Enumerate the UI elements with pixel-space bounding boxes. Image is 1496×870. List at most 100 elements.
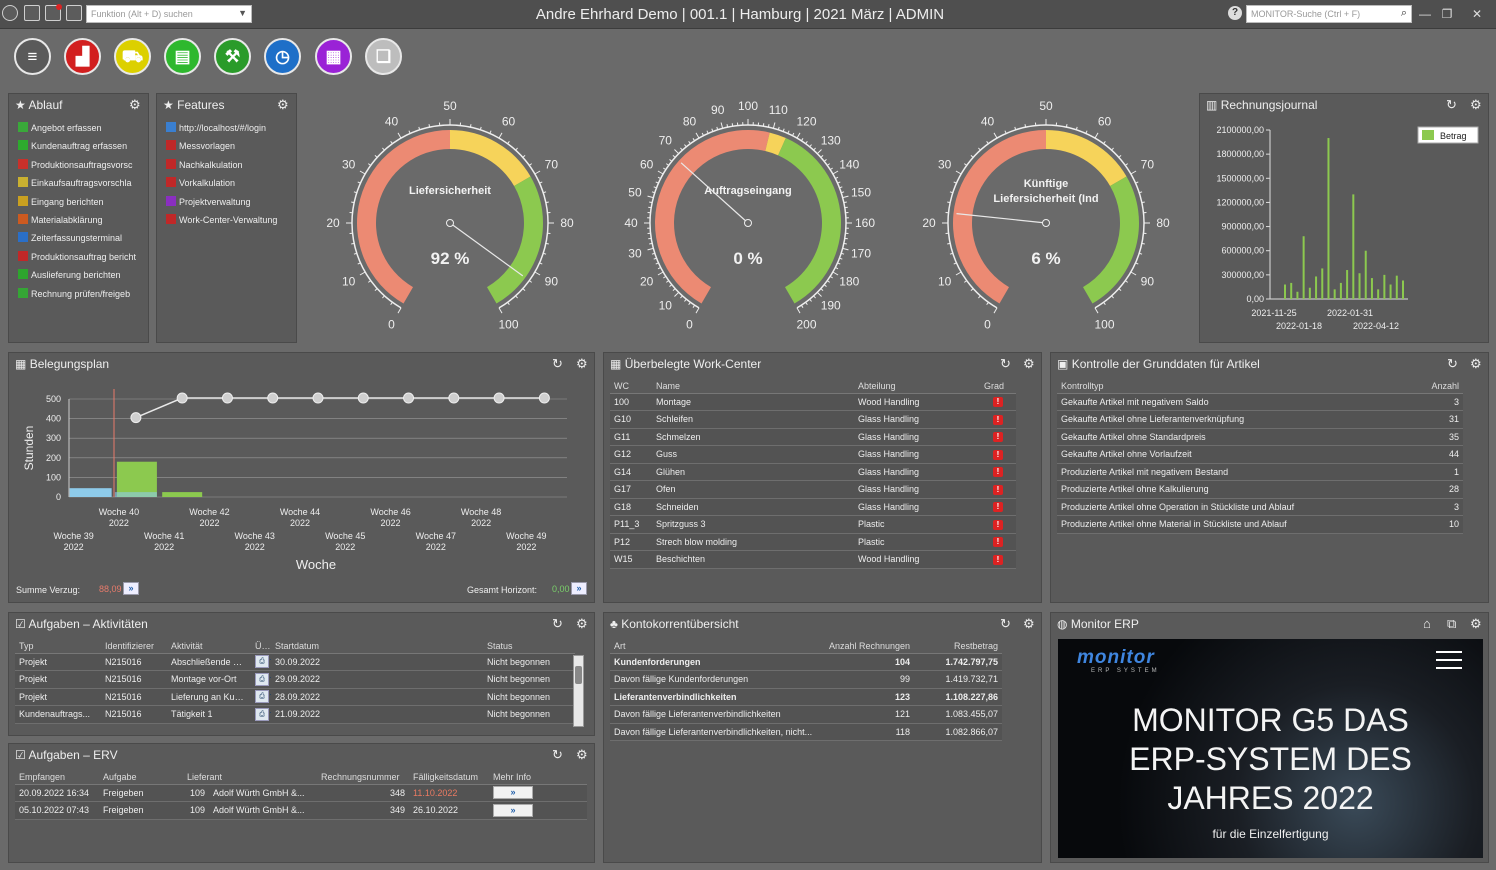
close-button[interactable]: ✕	[1468, 6, 1486, 22]
calculator-icon[interactable]: ▦	[315, 38, 352, 75]
maximize-button[interactable]: ❐	[1438, 6, 1456, 22]
table-row[interactable]: Gekaufte Artikel ohne Lieferantenverknüp…	[1057, 410, 1463, 429]
table-row[interactable]: Gekaufte Artikel ohne Standardpreis 35	[1057, 428, 1463, 446]
gear-icon[interactable]: ⚙	[1470, 97, 1482, 113]
table-row[interactable]: Davon fällige Lieferantenverbindlichkeit…	[610, 705, 1002, 724]
column-header[interactable]: Aktivität	[167, 639, 251, 654]
gear-icon[interactable]: ⚙	[576, 616, 588, 632]
column-header[interactable]: Abteilung	[854, 379, 980, 394]
table-row[interactable]: Produzierte Artikel ohne Kalkulierung 28	[1057, 480, 1463, 499]
column-header[interactable]: Lieferant	[183, 770, 317, 785]
popout-icon[interactable]	[66, 5, 82, 21]
table-row[interactable]: G11 Schmelzen Glass Handling!	[610, 428, 1016, 446]
monitor-web-view[interactable]: monitor ERP SYSTEM MONITOR G5 DAS ERP-SY…	[1058, 639, 1483, 858]
table-row[interactable]: Gekaufte Artikel mit negativem Saldo 3	[1057, 393, 1463, 411]
list-item[interactable]: Rechnung prüfen/freigeb	[18, 287, 146, 299]
column-header[interactable]: Aufgabe	[99, 770, 183, 785]
table-row[interactable]: G14 Glühen Glass Handling!	[610, 463, 1016, 481]
table-row[interactable]: P12 Strech blow molding Plastic!	[610, 533, 1016, 551]
refresh-icon[interactable]: ↻	[1446, 97, 1457, 113]
column-header[interactable]: Restbetrag	[914, 639, 1002, 654]
scrollbar-thumb[interactable]	[575, 666, 582, 684]
list-item[interactable]: Messvorlagen	[166, 140, 294, 151]
factory-icon[interactable]: ▟	[64, 38, 101, 75]
list-item[interactable]: Einkaufsauftragsvorschla	[18, 177, 146, 188]
external-link-icon[interactable]: ⧉	[1447, 616, 1456, 632]
refresh-icon[interactable]: ↻	[1447, 356, 1458, 372]
document-alert-icon[interactable]	[45, 4, 62, 21]
list-item[interactable]: Angebot erfassen	[18, 122, 146, 133]
table-row[interactable]: Lieferantenverbindlichkeiten 123 1.108.227…	[610, 688, 1002, 706]
refresh-icon[interactable]: ↻	[1000, 616, 1011, 632]
gesamt-horizont-details-button[interactable]: »	[571, 582, 587, 595]
table-row[interactable]: Produzierte Artikel ohne Operation in St…	[1057, 498, 1463, 516]
list-item[interactable]: Eingang berichten	[18, 195, 146, 207]
copy-documents-icon[interactable]: ❏	[365, 38, 402, 75]
table-row[interactable]: Projekt N215016 Montage vor-Ort ⎙ 29.09.2022…	[15, 670, 575, 689]
open-document-icon[interactable]: ⎙	[255, 672, 269, 686]
vertical-scrollbar[interactable]	[573, 655, 584, 727]
table-row[interactable]: W15 Beschichten Wood Handling!	[610, 550, 1016, 569]
column-header[interactable]: Kontrolltyp	[1057, 379, 1420, 394]
gear-icon[interactable]: ⚙	[1470, 616, 1482, 632]
column-header[interactable]: Empfangen	[15, 770, 99, 785]
clock-icon[interactable]: ◷	[264, 38, 301, 75]
more-info-button[interactable]: »	[493, 786, 533, 800]
window-icon[interactable]	[24, 5, 40, 21]
column-header[interactable]: Fälligkeitsdatum	[409, 770, 489, 785]
search-icon[interactable]: ⌕	[1401, 7, 1407, 20]
table-row[interactable]: Kundenforderungen 104 1.742.797,75	[610, 653, 1002, 671]
cart-icon[interactable]: ⛟	[114, 38, 151, 75]
table-row[interactable]: G10 Schleifen Glass Handling!	[610, 410, 1016, 429]
list-item[interactable]: Nachkalkulation	[166, 158, 294, 170]
column-header[interactable]: WC	[610, 379, 652, 394]
refresh-icon[interactable]: ↻	[552, 356, 563, 372]
summe-verzug-details-button[interactable]: »	[123, 582, 139, 595]
table-row[interactable]: 20.09.2022 16:34 Freigeben 109 Adolf Würth …	[15, 784, 587, 802]
more-info-button[interactable]: »	[493, 803, 533, 817]
chevron-down-icon[interactable]: ▼	[238, 8, 247, 18]
open-document-icon[interactable]: ⎙	[255, 707, 269, 721]
gear-icon[interactable]: ⚙	[576, 747, 588, 763]
refresh-icon[interactable]: ↻	[552, 747, 563, 763]
table-row[interactable]: P11_3 Spritzguss 3 Plastic!	[610, 515, 1016, 534]
minimize-button[interactable]: —	[1416, 6, 1434, 22]
list-item[interactable]: http://localhost/#/login	[166, 122, 294, 133]
function-search-input[interactable]: Funktion (Alt + D) suchen ▼	[86, 5, 252, 23]
list-item[interactable]: Materialabklärung	[18, 214, 146, 225]
gear-icon[interactable]: ⚙	[1023, 616, 1035, 632]
app-logo-icon[interactable]	[2, 5, 18, 21]
hand-truck-icon[interactable]: ⚒	[214, 38, 251, 75]
gear-icon[interactable]: ⚙	[277, 97, 289, 113]
table-row[interactable]: 100 Montage Wood Handling!	[610, 393, 1016, 411]
table-row[interactable]: Projekt N215016 Lieferung an Kun... ⎙ 28.09.…	[15, 688, 575, 706]
hamburger-menu-icon[interactable]	[1436, 651, 1462, 669]
help-icon[interactable]: ?	[1228, 6, 1242, 20]
refresh-icon[interactable]: ↻	[552, 616, 563, 632]
gear-icon[interactable]: ⚙	[1023, 356, 1035, 372]
table-row[interactable]: Produzierte Artikel mit negativem Bestan…	[1057, 463, 1463, 481]
table-row[interactable]: G12 Guss Glass Handling!	[610, 445, 1016, 464]
column-header[interactable]: Rechnungsnummer	[317, 770, 409, 785]
list-item[interactable]: Produktionsauftrag bericht	[18, 250, 146, 262]
column-header[interactable]: Grad	[980, 379, 1016, 394]
open-document-icon[interactable]: ⎙	[255, 690, 269, 704]
open-document-icon[interactable]: ⎙	[255, 655, 269, 669]
list-item[interactable]: Kundenauftrag erfassen	[18, 140, 146, 151]
column-header[interactable]: Üb.	[251, 639, 271, 654]
column-header[interactable]: Anzahl Rechnungen	[820, 639, 914, 654]
list-item[interactable]: Vorkalkulation	[166, 177, 294, 188]
column-header[interactable]: Mehr Info	[489, 770, 587, 785]
table-row[interactable]: Gekaufte Artikel ohne Vorlaufzeit 44	[1057, 445, 1463, 464]
list-item[interactable]: Zeiterfassungsterminal	[18, 232, 146, 243]
menu-icon[interactable]: ≡	[14, 38, 51, 75]
table-row[interactable]: Davon fällige Lieferantenverbindlichkeit…	[610, 723, 1002, 741]
refresh-icon[interactable]: ↻	[1000, 356, 1011, 372]
column-header[interactable]: Status	[483, 639, 575, 654]
table-row[interactable]: Davon fällige Kundenforderungen 99 1.419.7…	[610, 670, 1002, 689]
chart-briefcase-icon[interactable]: ▤	[164, 38, 201, 75]
list-item[interactable]: Produktionsauftragsvorsc	[18, 158, 146, 170]
column-header[interactable]: Identifizierer	[101, 639, 167, 654]
column-header[interactable]: Anzahl	[1420, 379, 1463, 394]
column-header[interactable]: Name	[652, 379, 854, 394]
